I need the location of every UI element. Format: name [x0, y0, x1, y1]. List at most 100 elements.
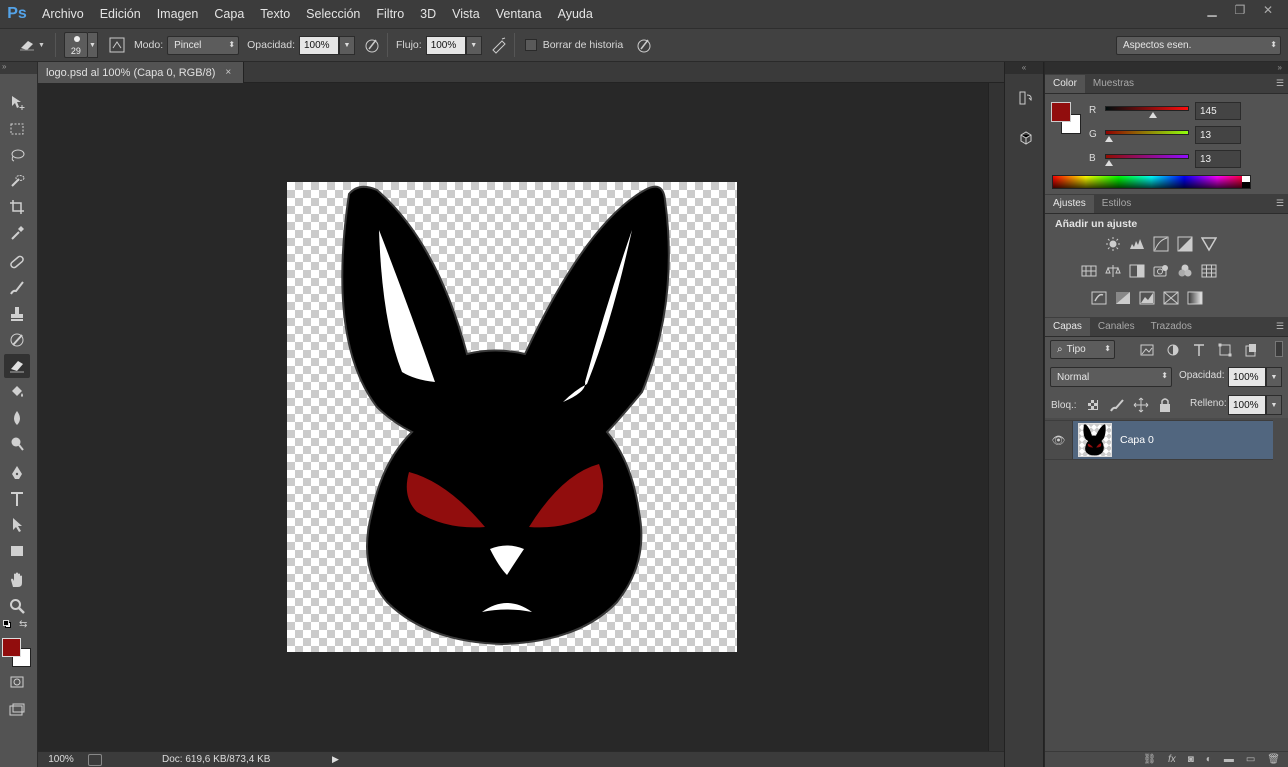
tools-panel-collapse-icon[interactable]: »: [0, 62, 37, 74]
menu-seleccion[interactable]: Selección: [298, 0, 368, 28]
layer-visibility-eye-icon[interactable]: 👁: [1045, 421, 1073, 459]
tool-preset-arrow-icon[interactable]: ▼: [38, 42, 45, 49]
crop-tool-icon[interactable]: [4, 195, 30, 219]
menu-texto[interactable]: Texto: [252, 0, 298, 28]
restore-icon[interactable]: ❐: [1226, 0, 1254, 20]
lasso-tool-icon[interactable]: [4, 143, 30, 167]
filter-shape-icon[interactable]: [1217, 342, 1233, 358]
airbrush-icon[interactable]: [488, 34, 510, 56]
document-tab[interactable]: logo.psd al 100% (Capa 0, RGB/8) ×: [38, 62, 244, 83]
invert-icon[interactable]: [1091, 290, 1107, 306]
move-tool-icon[interactable]: [4, 90, 30, 114]
mode-select[interactable]: Pincel ⬍: [167, 35, 240, 55]
channel-r-input[interactable]: 145: [1195, 102, 1241, 120]
channel-b-bar[interactable]: [1105, 154, 1189, 159]
color-spectrum-ramp[interactable]: [1052, 175, 1251, 189]
pressure-size-icon[interactable]: [633, 34, 655, 56]
new-adjustment-layer-icon[interactable]: ◐: [1206, 754, 1212, 765]
erase-history-checkbox[interactable]: [524, 39, 537, 51]
vertical-scrollbar[interactable]: [988, 83, 1004, 751]
slider-b[interactable]: B 13: [1045, 150, 1288, 170]
link-layers-icon[interactable]: ⛓: [1143, 754, 1156, 765]
brush-tool-icon[interactable]: [4, 276, 30, 300]
rectangle-tool-icon[interactable]: [4, 539, 30, 563]
channel-mixer-icon[interactable]: [1177, 263, 1193, 279]
threshold-icon[interactable]: [1139, 290, 1155, 306]
pressure-opacity-icon[interactable]: [361, 34, 383, 56]
tab-ajustes[interactable]: Ajustes: [1045, 195, 1094, 213]
fill-dropdown-icon[interactable]: ▼: [1266, 395, 1282, 415]
lock-pixels-icon[interactable]: [1109, 397, 1125, 413]
type-tool-icon[interactable]: [4, 487, 30, 511]
pen-tool-icon[interactable]: [4, 461, 30, 485]
filter-adjustment-icon[interactable]: [1165, 342, 1181, 358]
opacity-dropdown-icon[interactable]: ▼: [339, 35, 355, 55]
channel-r-bar[interactable]: [1105, 106, 1189, 111]
channel-b-thumb[interactable]: [1105, 160, 1114, 166]
gradient-map-icon[interactable]: [1187, 290, 1203, 306]
swap-colors-icon[interactable]: ⇆: [19, 619, 27, 630]
screen-mode-icon[interactable]: [4, 698, 30, 722]
blur-tool-icon[interactable]: [4, 406, 30, 430]
eraser-tool-preset-icon[interactable]: [16, 34, 38, 56]
panel-menu-icon[interactable]: ☰: [1276, 78, 1284, 89]
channel-g-thumb[interactable]: [1105, 136, 1114, 142]
marquee-tool-icon[interactable]: [4, 117, 30, 141]
levels-icon[interactable]: [1129, 236, 1145, 252]
document-canvas[interactable]: [287, 182, 737, 652]
tab-muestras[interactable]: Muestras: [1085, 75, 1142, 93]
menu-ventana[interactable]: Ventana: [488, 0, 550, 28]
brush-picker-arrow-icon[interactable]: ▼: [87, 32, 98, 58]
menu-3d[interactable]: 3D: [412, 0, 444, 28]
blend-mode-select[interactable]: Normal ⬍: [1050, 367, 1172, 387]
channel-b-input[interactable]: 13: [1195, 150, 1241, 168]
brush-size-picker[interactable]: 29: [63, 32, 88, 58]
layer-filter-toggle[interactable]: [1275, 341, 1283, 357]
layer-name[interactable]: Capa 0: [1120, 434, 1154, 446]
photo-filter-icon[interactable]: [1153, 263, 1169, 279]
layer-filter-select[interactable]: ⌕ Tipo ⬍: [1050, 340, 1115, 359]
menu-filtro[interactable]: Filtro: [368, 0, 412, 28]
minimize-icon[interactable]: ▁: [1198, 0, 1226, 20]
3d-properties-icon[interactable]: [1015, 127, 1037, 149]
tab-canales[interactable]: Canales: [1090, 318, 1143, 336]
default-colors-icon[interactable]: [3, 620, 11, 628]
quick-selection-tool-icon[interactable]: [4, 169, 30, 193]
tab-trazados[interactable]: Trazados: [1143, 318, 1200, 336]
history-panel-icon[interactable]: [1015, 87, 1037, 109]
history-brush-tool-icon[interactable]: [4, 328, 30, 352]
add-mask-icon[interactable]: ◙: [1188, 754, 1194, 765]
lock-all-icon[interactable]: [1157, 397, 1173, 413]
menu-ayuda[interactable]: Ayuda: [550, 0, 601, 28]
opacity-input[interactable]: 100%: [299, 35, 339, 55]
status-export-icon[interactable]: [88, 753, 102, 766]
layer-style-icon[interactable]: fx: [1168, 754, 1176, 765]
lock-position-icon[interactable]: [1133, 397, 1149, 413]
dock-collapse-icon[interactable]: «: [1005, 62, 1043, 74]
delete-layer-icon[interactable]: 🗑: [1267, 754, 1280, 765]
exposure-icon[interactable]: [1177, 236, 1193, 252]
channel-g-bar[interactable]: [1105, 130, 1189, 135]
eraser-tool-icon[interactable]: [4, 354, 30, 378]
path-selection-tool-icon[interactable]: [4, 513, 30, 537]
dodge-tool-icon[interactable]: [4, 432, 30, 456]
color-lookup-icon[interactable]: [1201, 263, 1217, 279]
filter-smart-object-icon[interactable]: [1243, 342, 1259, 358]
vibrance-icon[interactable]: [1201, 236, 1217, 252]
black-white-icon[interactable]: [1129, 263, 1145, 279]
menu-imagen[interactable]: Imagen: [149, 0, 207, 28]
slider-g[interactable]: G 13: [1045, 126, 1288, 146]
menu-vista[interactable]: Vista: [444, 0, 488, 28]
tab-capas[interactable]: Capas: [1045, 318, 1090, 336]
panels-collapse-icon[interactable]: »: [1045, 62, 1288, 74]
flow-dropdown-icon[interactable]: ▼: [465, 35, 482, 55]
new-group-icon[interactable]: ▬: [1224, 754, 1234, 765]
layer-opacity-input[interactable]: 100%: [1228, 367, 1266, 387]
flow-input[interactable]: 100%: [425, 35, 466, 55]
zoom-level[interactable]: 100%: [38, 754, 84, 765]
close-document-icon[interactable]: ×: [225, 67, 231, 78]
zoom-tool-icon[interactable]: [4, 594, 30, 618]
panel-menu-icon[interactable]: ☰: [1276, 198, 1284, 209]
clone-stamp-tool-icon[interactable]: [4, 302, 30, 326]
tab-estilos[interactable]: Estilos: [1094, 195, 1139, 213]
